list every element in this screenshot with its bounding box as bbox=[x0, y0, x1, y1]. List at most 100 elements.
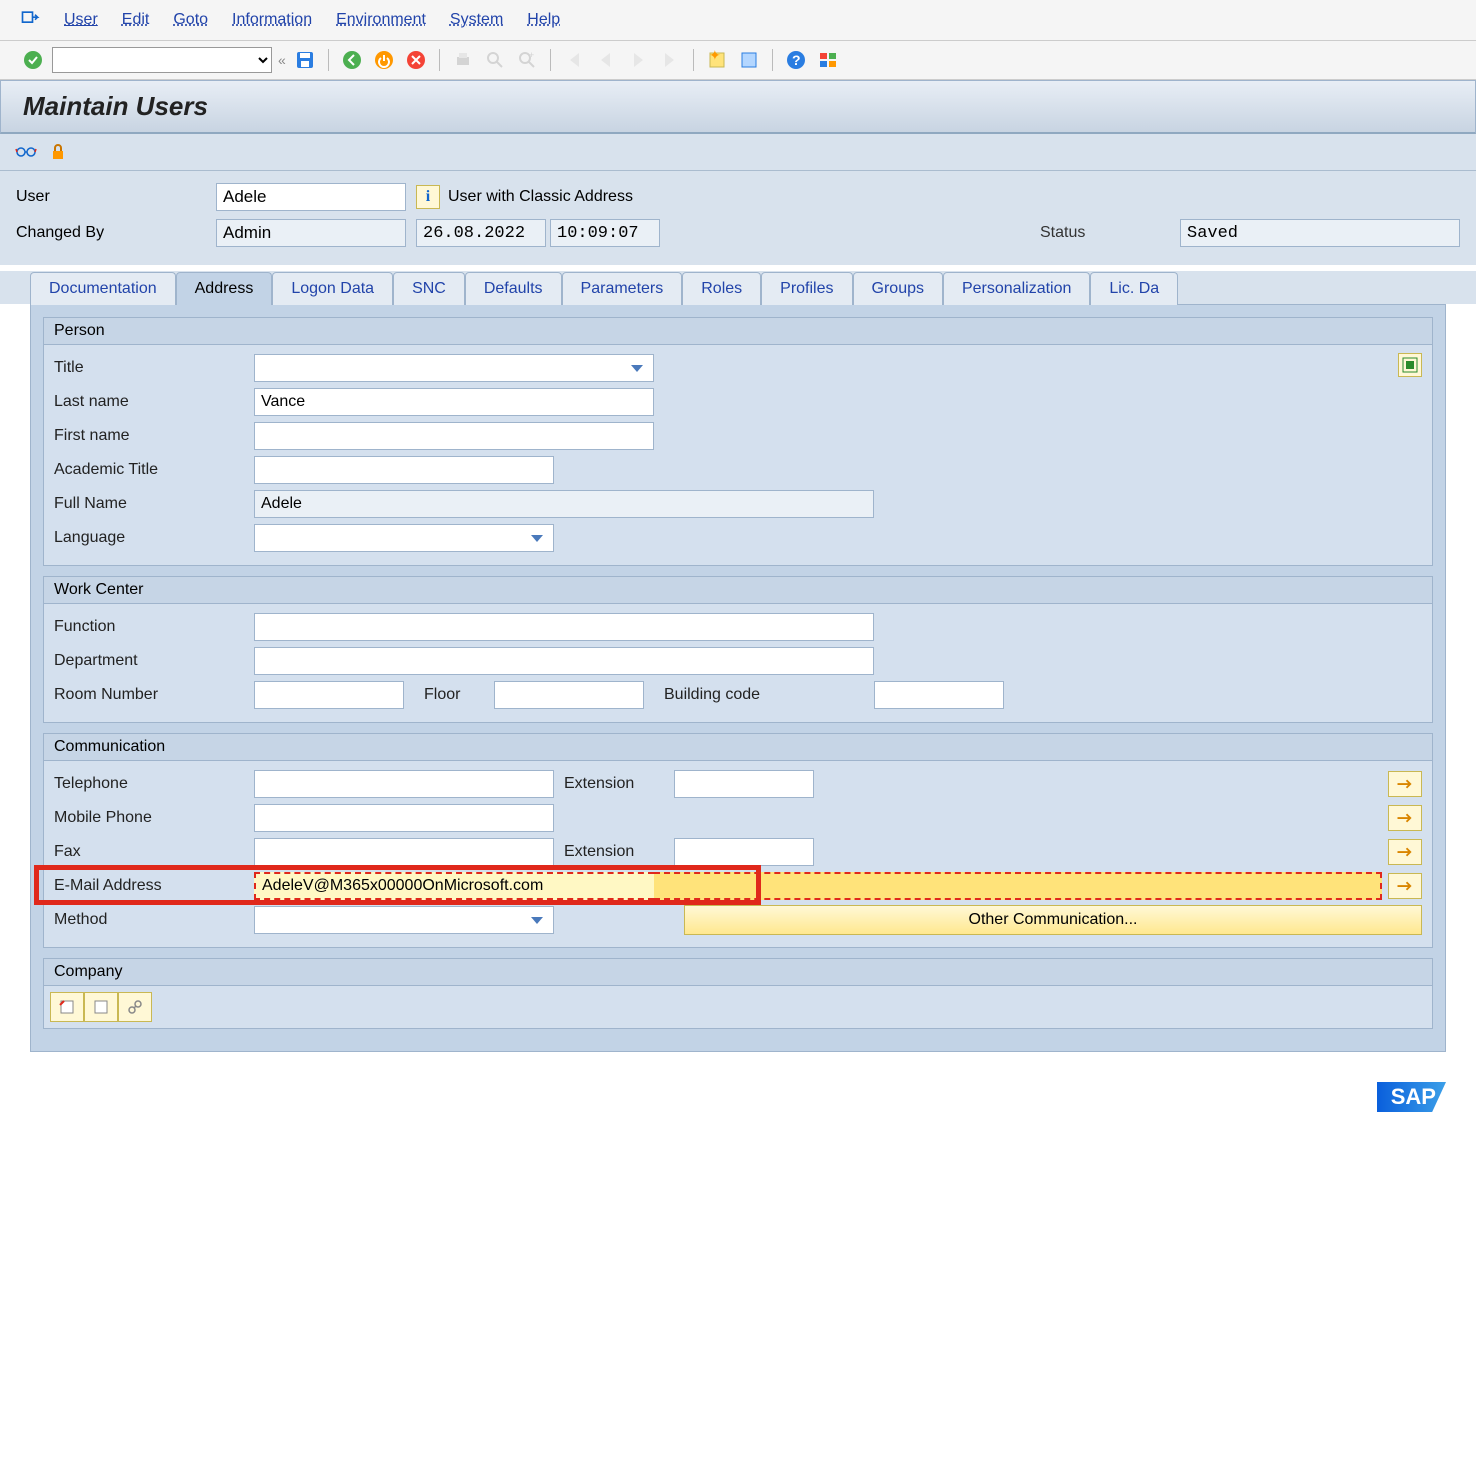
help-icon[interactable]: ? bbox=[783, 47, 809, 73]
email-detail-icon[interactable] bbox=[1388, 873, 1422, 899]
email-field[interactable] bbox=[254, 872, 654, 900]
tab-defaults[interactable]: Defaults bbox=[465, 272, 562, 305]
tab-roles[interactable]: Roles bbox=[682, 272, 761, 305]
communication-group: Communication Telephone Extension Mobile… bbox=[43, 733, 1433, 948]
changedby-field bbox=[216, 219, 406, 247]
academic-field[interactable] bbox=[254, 456, 554, 484]
tab-documentation[interactable]: Documentation bbox=[30, 272, 176, 305]
command-field[interactable] bbox=[52, 47, 272, 73]
workcenter-group: Work Center Function Department Room Num… bbox=[43, 576, 1433, 723]
room-label: Room Number bbox=[54, 686, 254, 704]
mobile-label: Mobile Phone bbox=[54, 809, 254, 827]
mobile-detail-icon[interactable] bbox=[1388, 805, 1422, 831]
changed-time-field bbox=[550, 219, 660, 247]
sap-logo: SAP bbox=[1377, 1082, 1446, 1112]
back-icon[interactable] bbox=[339, 47, 365, 73]
fax-ext-field[interactable] bbox=[674, 838, 814, 866]
prev-page-icon bbox=[593, 47, 619, 73]
title-bar: Maintain Users bbox=[0, 80, 1476, 134]
method-combo[interactable] bbox=[254, 906, 554, 934]
firstname-field[interactable] bbox=[254, 422, 654, 450]
person-group-title: Person bbox=[44, 318, 1432, 345]
next-page-icon bbox=[625, 47, 651, 73]
firstname-label: First name bbox=[54, 427, 254, 445]
academic-label: Academic Title bbox=[54, 461, 254, 479]
company-link-icon[interactable] bbox=[118, 992, 152, 1022]
title-label: Title bbox=[54, 359, 254, 377]
telephone-field[interactable] bbox=[254, 770, 554, 798]
title-combo[interactable] bbox=[254, 354, 654, 382]
glasses-icon[interactable] bbox=[14, 140, 38, 164]
first-page-icon bbox=[561, 47, 587, 73]
svg-text:+: + bbox=[529, 50, 534, 60]
fax-detail-icon[interactable] bbox=[1388, 839, 1422, 865]
user-info-text: User with Classic Address bbox=[448, 188, 633, 206]
find-icon bbox=[482, 47, 508, 73]
tab-profiles[interactable]: Profiles bbox=[761, 272, 852, 305]
shortcut-icon[interactable] bbox=[736, 47, 762, 73]
menu-help[interactable]: Help bbox=[527, 11, 560, 29]
department-field[interactable] bbox=[254, 647, 874, 675]
mobile-field[interactable] bbox=[254, 804, 554, 832]
cancel-icon[interactable] bbox=[403, 47, 429, 73]
other-communication-button[interactable]: Other Communication... bbox=[684, 905, 1422, 935]
email-strip bbox=[654, 872, 1382, 900]
tab-parameters[interactable]: Parameters bbox=[562, 272, 683, 305]
menu-user[interactable]: User bbox=[64, 11, 98, 29]
status-field bbox=[1180, 219, 1460, 247]
tab-snc[interactable]: SNC bbox=[393, 272, 465, 305]
fax-field[interactable] bbox=[254, 838, 554, 866]
tab-lic[interactable]: Lic. Da bbox=[1090, 272, 1178, 305]
telephone-label: Telephone bbox=[54, 775, 254, 793]
floor-field[interactable] bbox=[494, 681, 644, 709]
language-label: Language bbox=[54, 529, 254, 547]
email-label: E-Mail Address bbox=[54, 877, 254, 895]
footer: SAP bbox=[0, 1072, 1476, 1132]
menu-goto[interactable]: Goto bbox=[173, 11, 208, 29]
changed-date-field bbox=[416, 219, 546, 247]
save-icon[interactable] bbox=[292, 47, 318, 73]
user-label: User bbox=[16, 188, 216, 206]
company-assign-icon[interactable] bbox=[50, 992, 84, 1022]
telephone-ext-field[interactable] bbox=[674, 770, 814, 798]
svg-text:✦: ✦ bbox=[709, 50, 721, 63]
new-session-icon[interactable]: ✦ bbox=[704, 47, 730, 73]
menu-information[interactable]: Information bbox=[232, 11, 312, 29]
building-field[interactable] bbox=[874, 681, 1004, 709]
tab-logon[interactable]: Logon Data bbox=[272, 272, 393, 305]
page-title: Maintain Users bbox=[23, 91, 1453, 122]
main-toolbar: « + ✦ ? bbox=[0, 41, 1476, 80]
language-combo[interactable] bbox=[254, 524, 554, 552]
company-group: Company bbox=[43, 958, 1433, 1029]
person-group: Person Title Last name First name Academ… bbox=[43, 317, 1433, 566]
workcenter-group-title: Work Center bbox=[44, 577, 1432, 604]
tab-address[interactable]: Address bbox=[176, 272, 273, 305]
print-icon bbox=[450, 47, 476, 73]
floor-label: Floor bbox=[424, 686, 494, 704]
tab-groups[interactable]: Groups bbox=[853, 272, 943, 305]
lastname-field[interactable] bbox=[254, 388, 654, 416]
room-field[interactable] bbox=[254, 681, 404, 709]
user-field[interactable] bbox=[216, 183, 406, 211]
telephone-detail-icon[interactable] bbox=[1388, 771, 1422, 797]
fax-ext-label: Extension bbox=[564, 843, 674, 861]
address-tab-pane: Person Title Last name First name Academ… bbox=[30, 304, 1446, 1052]
status-label: Status bbox=[1040, 224, 1180, 242]
exit-icon[interactable] bbox=[371, 47, 397, 73]
menubar: User Edit Goto Information Environment S… bbox=[0, 0, 1476, 41]
tab-personalization[interactable]: Personalization bbox=[943, 272, 1090, 305]
info-icon[interactable]: i bbox=[416, 185, 440, 209]
menu-system[interactable]: System bbox=[450, 11, 503, 29]
lock-icon[interactable] bbox=[46, 140, 70, 164]
header-fields: User i User with Classic Address Changed… bbox=[0, 171, 1476, 265]
department-label: Department bbox=[54, 652, 254, 670]
enter-icon[interactable] bbox=[20, 47, 46, 73]
menu-edit[interactable]: Edit bbox=[122, 11, 150, 29]
company-create-icon[interactable] bbox=[84, 992, 118, 1022]
method-label: Method bbox=[54, 911, 254, 929]
expand-person-icon[interactable] bbox=[1398, 353, 1422, 377]
layout-icon[interactable] bbox=[815, 47, 841, 73]
menu-environment[interactable]: Environment bbox=[336, 11, 426, 29]
function-field[interactable] bbox=[254, 613, 874, 641]
changedby-label: Changed By bbox=[16, 224, 216, 242]
